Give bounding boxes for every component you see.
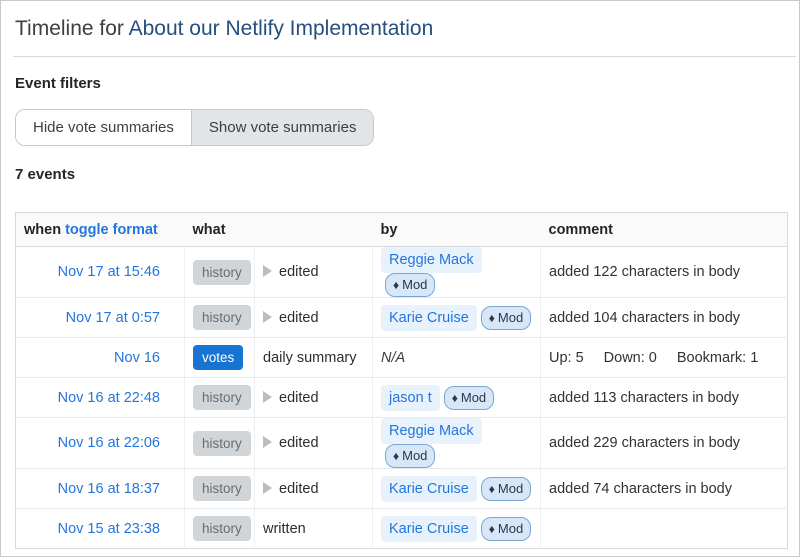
event-date-link[interactable]: Nov 16 at 22:48 [58,390,160,406]
expand-arrow-icon[interactable] [263,391,272,403]
page-title-prefix: Timeline for [15,17,129,40]
event-comment: added 113 characters in body [541,378,788,418]
mod-diamond-icon: ♦ [452,391,458,405]
vote-summary-filter-group: Hide vote summaries Show vote summaries [15,109,374,146]
table-row: Nov 17 at 0:57 history edited Karie Crui… [16,298,788,338]
event-verb: edited [279,310,319,326]
expand-arrow-icon[interactable] [263,482,272,494]
hide-vote-summaries-button[interactable]: Hide vote summaries [16,110,191,145]
expand-arrow-icon[interactable] [263,265,272,277]
table-row: Nov 15 at 23:38 history written Karie Cr… [16,509,788,549]
post-title-link[interactable]: About our Netlify Implementation [129,17,434,40]
history-badge: history [193,476,251,501]
column-header-what: what [185,213,373,247]
when-header-label: when [24,222,61,238]
table-header-row: when toggle format what by comment [16,213,788,247]
mod-badge-label: Mod [498,521,523,536]
event-comment [541,509,788,549]
mod-badge: ♦Mod [481,477,531,501]
by-not-applicable: N/A [381,350,405,366]
timeline-page: Timeline for About our Netlify Implement… [0,0,800,557]
mod-badge: ♦Mod [385,444,435,468]
table-row: Nov 16 at 22:48 history edited jason t♦M… [16,378,788,418]
column-header-when: when toggle format [16,213,185,247]
mod-diamond-icon: ♦ [393,449,399,463]
event-comment: added 74 characters in body [541,469,788,509]
user-link[interactable]: Karie Cruise [381,305,477,331]
user-link[interactable]: Reggie Mack [381,247,482,273]
history-badge: history [193,385,251,410]
event-date-link[interactable]: Nov 15 at 23:38 [58,521,160,537]
user-link[interactable]: Karie Cruise [381,476,477,502]
content: Event filters Hide vote summaries Show v… [1,75,799,549]
mod-badge: ♦Mod [481,306,531,330]
table-row: Nov 17 at 15:46 history edited Reggie Ma… [16,247,788,298]
up-votes-count: Up: 5 [549,350,584,366]
event-date-link[interactable]: Nov 17 at 0:57 [66,310,160,326]
title-divider [13,56,796,57]
user-link[interactable]: Reggie Mack [381,418,482,444]
event-comment: added 104 characters in body [541,298,788,338]
page-title: Timeline for About our Netlify Implement… [15,15,785,42]
event-comment: added 229 characters in body [541,418,788,469]
history-badge: history [193,305,251,330]
event-filters-heading: Event filters [15,75,785,92]
down-votes-count: Down: 0 [604,350,657,366]
event-date-link[interactable]: Nov 17 at 15:46 [58,264,160,280]
mod-badge-label: Mod [461,390,486,405]
event-verb: edited [279,264,319,280]
show-vote-summaries-button[interactable]: Show vote summaries [191,110,374,145]
table-row: Nov 16 votes daily summary N/A Up: 5 Down… [16,338,788,378]
column-header-by: by [373,213,541,247]
table-row: Nov 16 at 18:37 history edited Karie Cru… [16,469,788,509]
mod-badge-label: Mod [498,481,523,496]
event-comment: added 122 characters in body [541,247,788,298]
mod-badge-label: Mod [402,277,427,292]
toggle-format-link[interactable]: toggle format [65,222,158,238]
history-badge: history [193,260,251,285]
user-link[interactable]: jason t [381,385,440,411]
events-count: 7 events [15,166,785,183]
expand-arrow-icon[interactable] [263,311,272,323]
table-row: Nov 16 at 22:06 history edited Reggie Ma… [16,418,788,469]
bookmark-count: Bookmark: 1 [677,350,758,366]
mod-badge-label: Mod [402,448,427,463]
event-date-link[interactable]: Nov 16 at 18:37 [58,481,160,497]
expand-arrow-icon[interactable] [263,436,272,448]
mod-badge: ♦Mod [444,386,494,410]
event-verb: edited [279,481,319,497]
mod-badge: ♦Mod [385,273,435,297]
mod-diamond-icon: ♦ [489,522,495,536]
mod-diamond-icon: ♦ [393,278,399,292]
history-badge: history [193,431,251,456]
mod-badge: ♦Mod [481,517,531,541]
vote-summary: Up: 5 Down: 0 Bookmark: 1 [541,338,788,378]
user-link[interactable]: Karie Cruise [381,516,477,542]
event-verb: edited [279,390,319,406]
event-date-link[interactable]: Nov 16 [114,350,160,366]
mod-diamond-icon: ♦ [489,311,495,325]
column-header-comment: comment [541,213,788,247]
mod-diamond-icon: ♦ [489,482,495,496]
event-verb: written [263,521,306,537]
mod-badge-label: Mod [498,310,523,325]
votes-badge: votes [193,345,243,370]
timeline-table: when toggle format what by comment Nov 1… [15,212,788,549]
history-badge: history [193,516,251,541]
event-verb: edited [279,435,319,451]
event-verb: daily summary [263,350,356,366]
event-date-link[interactable]: Nov 16 at 22:06 [58,435,160,451]
